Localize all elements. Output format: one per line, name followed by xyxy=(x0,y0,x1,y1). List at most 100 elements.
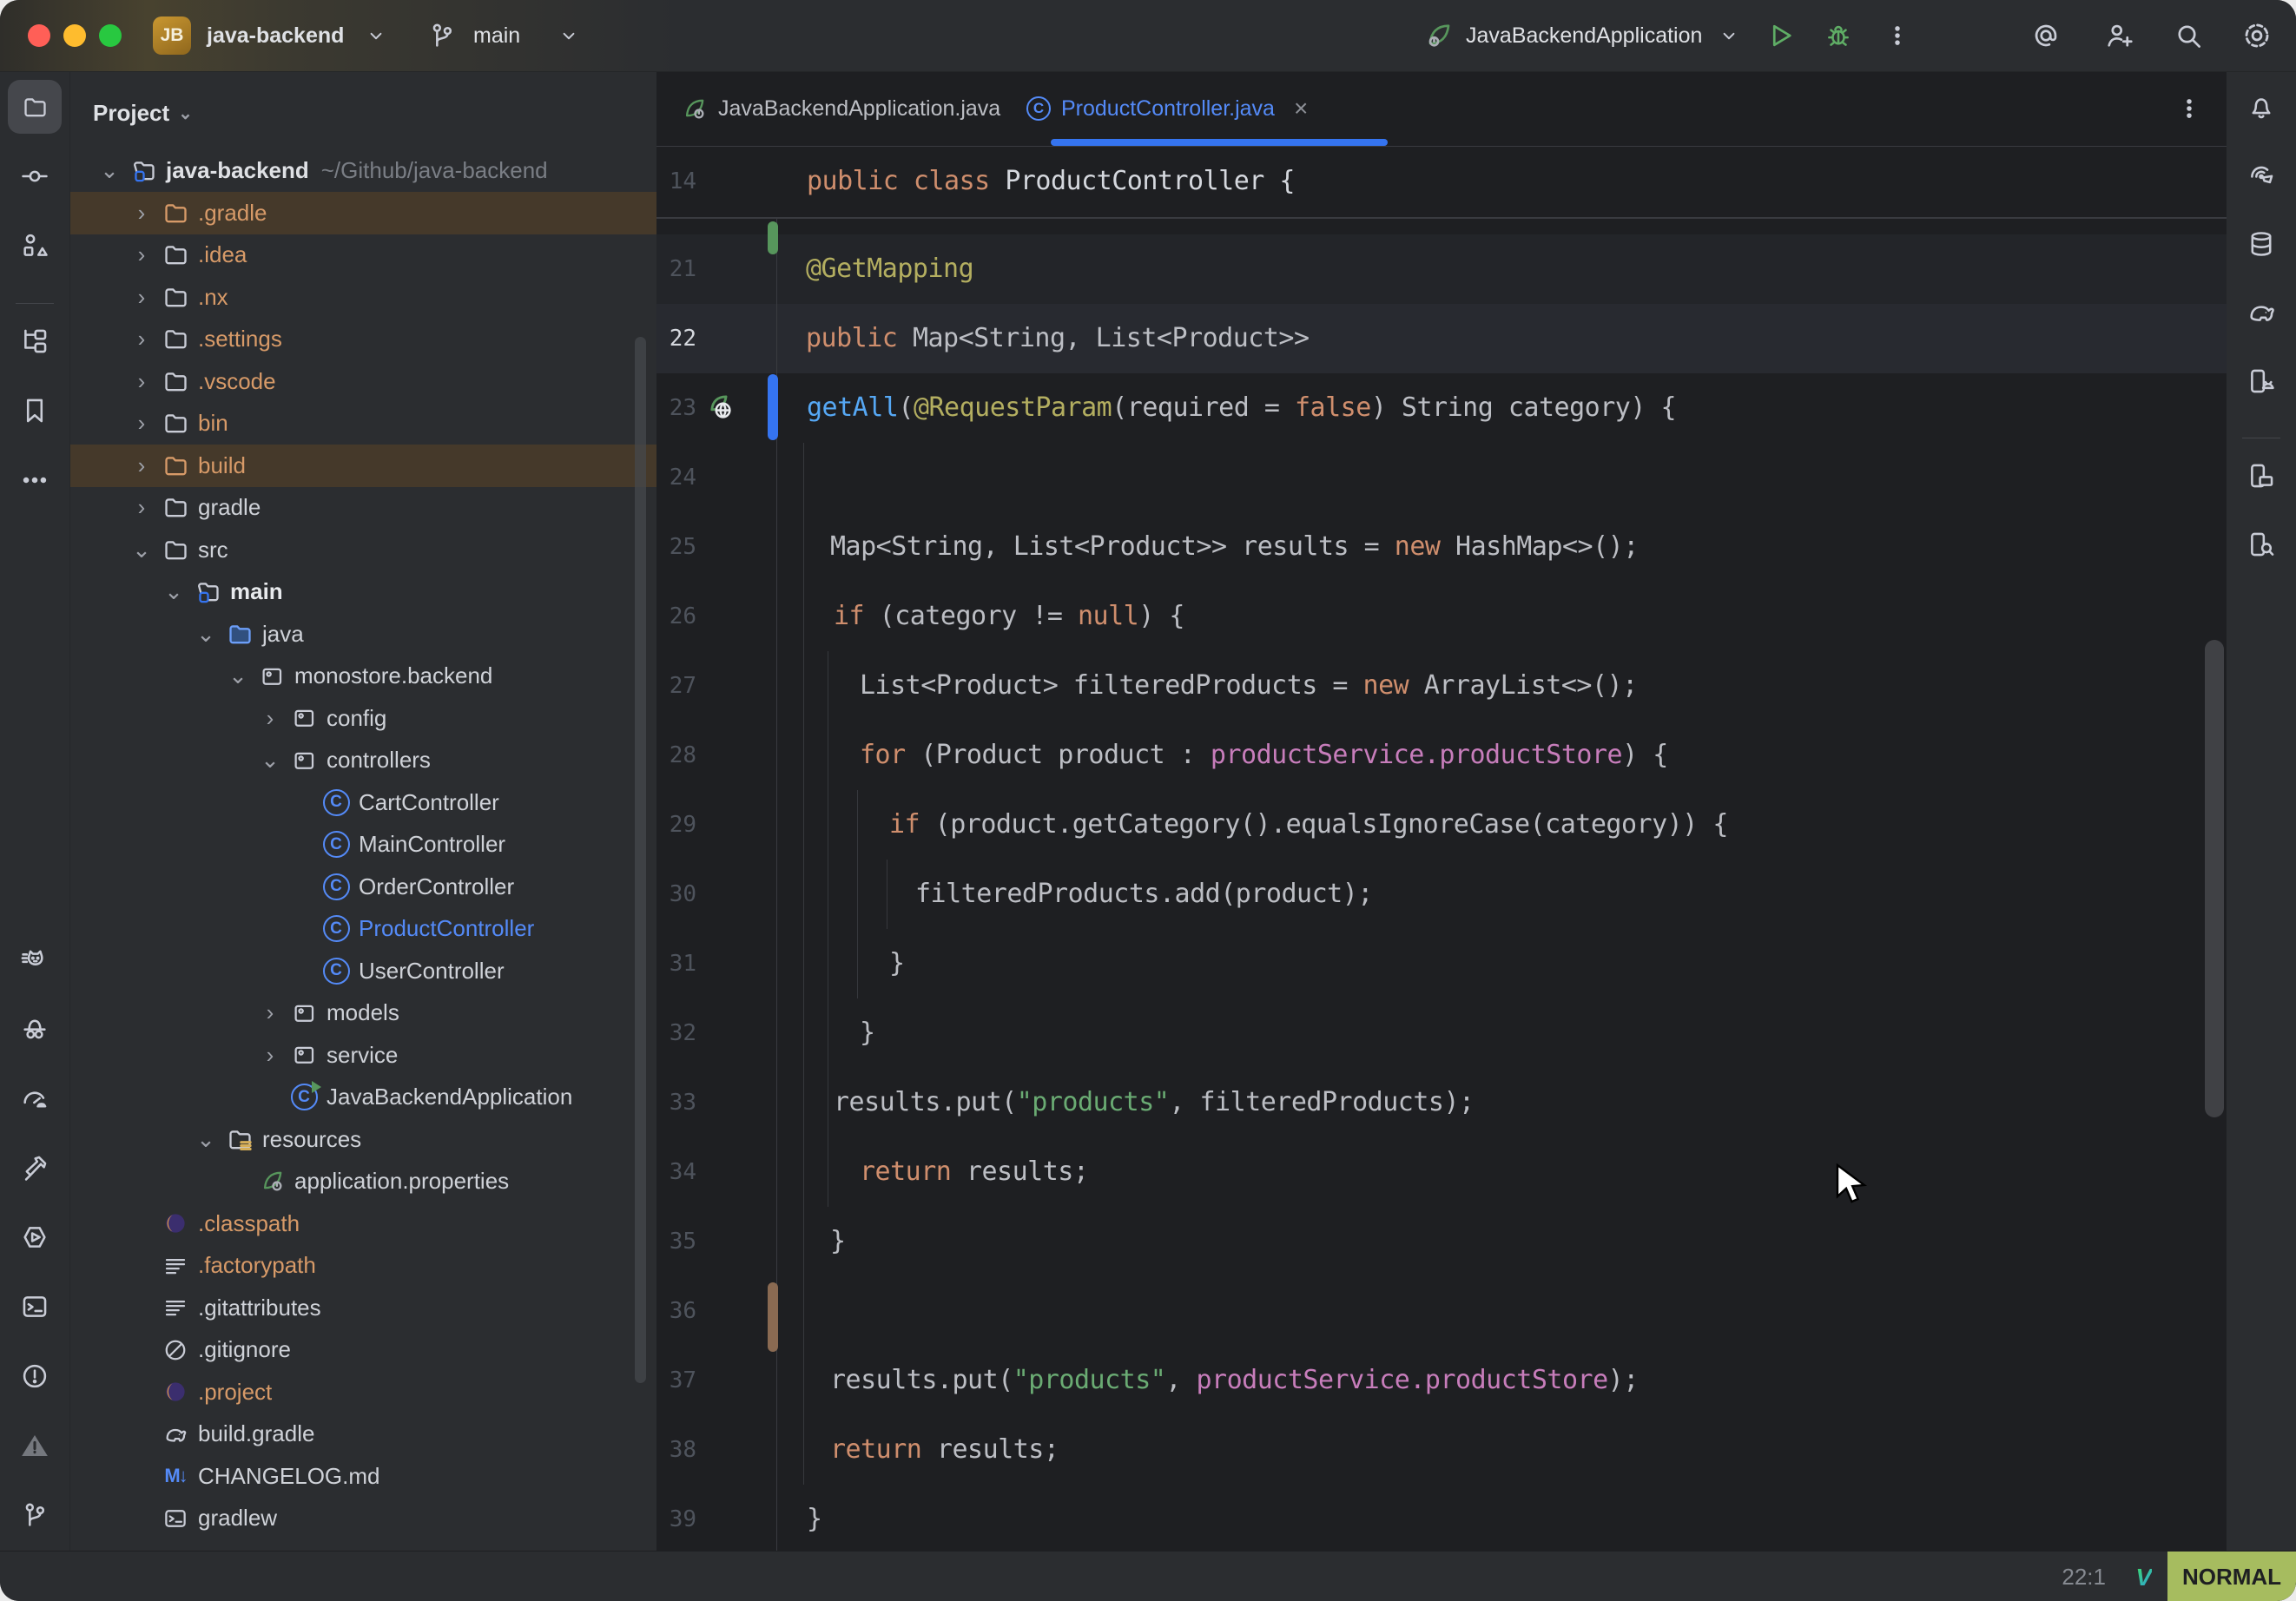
tree-item-changelog-md[interactable]: M↓CHANGELOG.md xyxy=(70,1455,656,1498)
tree-item-main[interactable]: ⌄main xyxy=(70,570,656,613)
profiler-icon[interactable] xyxy=(8,1071,62,1125)
tree-item-resources[interactable]: ⌄resources xyxy=(70,1118,656,1161)
tree-item-java-backend[interactable]: ⌄java-backend~/Github/java-backend xyxy=(70,149,656,192)
zoom-window-icon[interactable] xyxy=(99,24,122,47)
warnings-icon[interactable] xyxy=(8,1419,62,1473)
project-panel-header[interactable]: Project ⌄ xyxy=(93,93,193,133)
chevron-collapsed-icon[interactable]: › xyxy=(125,452,158,479)
chevron-collapsed-icon[interactable]: › xyxy=(125,410,158,437)
more-actions-icon[interactable] xyxy=(1884,0,1910,71)
tree-item-build[interactable]: ›build xyxy=(70,445,656,487)
problems-icon[interactable] xyxy=(8,1349,62,1403)
more-tools-icon[interactable] xyxy=(8,453,62,507)
chevron-collapsed-icon[interactable]: › xyxy=(125,368,158,395)
copilot-cat-icon[interactable] xyxy=(8,932,62,986)
tree-item-bin[interactable]: ›bin xyxy=(70,402,656,445)
services-icon[interactable] xyxy=(8,1210,62,1264)
tree-item-javabackendapplication[interactable]: CJavaBackendApplication xyxy=(70,1076,656,1118)
bookmarks-icon[interactable] xyxy=(8,384,62,438)
tree-item-maincontroller[interactable]: CMainController xyxy=(70,823,656,866)
tree-item--idea[interactable]: ›.idea xyxy=(70,234,656,276)
run-icon[interactable] xyxy=(1765,0,1796,71)
tree-item--classpath[interactable]: .classpath xyxy=(70,1202,656,1245)
tree-item-cartcontroller[interactable]: CCartController xyxy=(70,781,656,824)
git-icon[interactable] xyxy=(8,1488,62,1542)
settings-icon[interactable] xyxy=(2240,0,2273,71)
tab-options-icon[interactable] xyxy=(2176,72,2202,145)
chevron-expanded-icon[interactable]: ⌄ xyxy=(125,537,158,563)
tree-item-gradlew[interactable]: gradlew xyxy=(70,1497,656,1539)
build-icon[interactable] xyxy=(8,1141,62,1195)
debug-icon[interactable] xyxy=(1824,0,1853,71)
tree-item--project[interactable]: .project xyxy=(70,1371,656,1413)
chevron-expanded-icon[interactable]: ⌄ xyxy=(189,1126,222,1153)
tree-item-controllers[interactable]: ⌄controllers xyxy=(70,739,656,781)
branch-switcher[interactable]: main xyxy=(473,0,520,71)
tree-item-build-gradle[interactable]: build.gradle xyxy=(70,1413,656,1455)
caret-position[interactable]: 22:1 xyxy=(2062,1552,2106,1601)
tree-item-service[interactable]: ›service xyxy=(70,1034,656,1077)
tree-item--gitignore[interactable]: .gitignore xyxy=(70,1328,656,1371)
database-icon[interactable] xyxy=(2234,217,2288,271)
project-switcher[interactable]: java-backend xyxy=(207,0,344,71)
tab-javabackendapplication-java[interactable]: JavaBackendApplication.java xyxy=(681,72,1000,145)
tree-scrollbar[interactable] xyxy=(635,337,646,1383)
close-tab-icon[interactable]: × xyxy=(1294,95,1308,122)
chevron-collapsed-icon[interactable]: › xyxy=(125,241,158,268)
ideavim-icon[interactable]: V xyxy=(2135,1564,2152,1591)
tree-item--nx[interactable]: ›.nx xyxy=(70,276,656,319)
add-user-icon[interactable] xyxy=(2103,0,2134,71)
project-badge[interactable]: JB xyxy=(153,16,191,55)
project-folder-icon[interactable] xyxy=(8,80,62,134)
code-editor[interactable]: 21@GetMapping22public Map<String, List<P… xyxy=(656,147,2227,1551)
tree-item--gitattributes[interactable]: .gitattributes xyxy=(70,1287,656,1329)
minimize-window-icon[interactable] xyxy=(63,24,86,47)
chevron-collapsed-icon[interactable]: › xyxy=(125,494,158,521)
hierarchy-icon[interactable] xyxy=(8,314,62,368)
device-manager-icon[interactable] xyxy=(2234,354,2288,408)
device-explorer-icon[interactable] xyxy=(2234,517,2288,571)
vim-mode-badge[interactable]: NORMAL xyxy=(2167,1552,2296,1601)
chevron-expanded-icon[interactable]: ⌄ xyxy=(254,747,287,774)
incognito-icon[interactable] xyxy=(8,1002,62,1056)
chevron-expanded-icon[interactable]: ⌄ xyxy=(93,157,126,184)
class-icon: C xyxy=(323,831,350,858)
tree-item-productcontroller[interactable]: CProductController xyxy=(70,907,656,950)
tree-item--settings[interactable]: ›.settings xyxy=(70,318,656,360)
terminal-icon[interactable] xyxy=(8,1280,62,1334)
commit-icon[interactable] xyxy=(8,149,62,203)
tree-item-application-properties[interactable]: application.properties xyxy=(70,1160,656,1202)
chevron-collapsed-icon[interactable]: › xyxy=(254,705,287,732)
structure-icon[interactable] xyxy=(8,219,62,273)
tree-item-src[interactable]: ⌄src xyxy=(70,529,656,571)
running-devices-icon[interactable] xyxy=(2234,449,2288,503)
chevron-expanded-icon[interactable]: ⌄ xyxy=(157,578,190,605)
chevron-collapsed-icon[interactable]: › xyxy=(254,999,287,1026)
ai-at-icon[interactable] xyxy=(2030,0,2062,71)
tree-item-config[interactable]: ›config xyxy=(70,697,656,740)
tree-item-gradle[interactable]: ›gradle xyxy=(70,486,656,529)
tree-item--vscode[interactable]: ›.vscode xyxy=(70,360,656,403)
chevron-expanded-icon[interactable]: ⌄ xyxy=(221,662,254,689)
chevron-collapsed-icon[interactable]: › xyxy=(254,1042,287,1069)
tree-item-monostore-backend[interactable]: ⌄monostore.backend xyxy=(70,655,656,697)
tree-item-java[interactable]: ⌄java xyxy=(70,613,656,656)
tree-item-usercontroller[interactable]: CUserController xyxy=(70,950,656,992)
tree-item-models[interactable]: ›models xyxy=(70,992,656,1034)
notifications-icon[interactable] xyxy=(2234,80,2288,134)
chevron-collapsed-icon[interactable]: › xyxy=(125,200,158,227)
chevron-collapsed-icon[interactable]: › xyxy=(125,326,158,352)
run-config-selector[interactable]: JavaBackendApplication xyxy=(1466,0,1702,71)
close-window-icon[interactable] xyxy=(28,24,50,47)
tree-item--factorypath[interactable]: .factorypath xyxy=(70,1244,656,1287)
gradle-icon[interactable] xyxy=(2234,286,2288,339)
rest-endpoint-globe-icon[interactable] xyxy=(705,392,735,422)
editor-scrollbar[interactable] xyxy=(2205,640,2224,1117)
ai-assistant-icon[interactable] xyxy=(2234,148,2288,202)
tree-item-ordercontroller[interactable]: COrderController xyxy=(70,866,656,908)
chevron-collapsed-icon[interactable]: › xyxy=(125,284,158,311)
tree-item--gradle[interactable]: ›.gradle xyxy=(70,192,656,234)
tab-productcontroller-java[interactable]: CProductController.java× xyxy=(1026,72,1308,145)
search-everywhere-icon[interactable] xyxy=(2173,0,2204,71)
chevron-expanded-icon[interactable]: ⌄ xyxy=(189,621,222,648)
